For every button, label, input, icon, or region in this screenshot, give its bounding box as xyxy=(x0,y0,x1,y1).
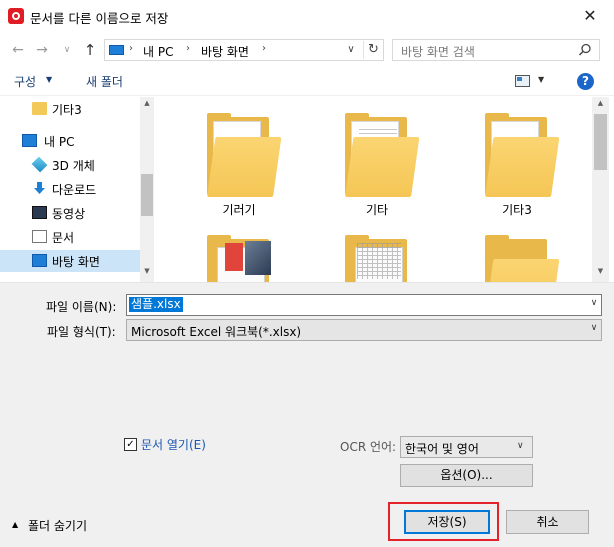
toolbar: 구성 ▼ 새 폴더 ▼ ? xyxy=(0,66,614,96)
file-item-girugi[interactable]: W 기러기 xyxy=(169,97,289,222)
nav-item-label: 3D 개체 xyxy=(52,159,95,173)
search-input[interactable]: 바탕 화면 검색 xyxy=(392,39,600,61)
close-button[interactable]: ✕ xyxy=(566,0,614,32)
cancel-button[interactable]: 취소 xyxy=(506,510,589,534)
file-item-partial[interactable] xyxy=(447,219,567,282)
chevron-down-icon[interactable]: ∨ xyxy=(517,441,524,451)
nav-item-label: 다운로드 xyxy=(52,183,97,197)
file-item-partial[interactable] xyxy=(169,219,289,282)
file-item-gita[interactable]: 기타 xyxy=(307,97,427,222)
nav-item-label: 내 PC xyxy=(44,135,75,149)
breadcrumb-separator[interactable]: › xyxy=(129,43,133,54)
breadcrumb-separator[interactable]: › xyxy=(262,43,266,54)
scroll-thumb[interactable] xyxy=(141,174,153,216)
desktop-icon xyxy=(32,254,47,267)
folder-icon xyxy=(32,102,47,115)
pane-splitter[interactable] xyxy=(0,282,614,290)
filetype-value: Microsoft Excel 워크북(*.xlsx) xyxy=(131,325,302,339)
pc-icon xyxy=(22,134,37,147)
chevron-down-icon[interactable]: ∨ xyxy=(587,323,601,333)
scroll-down-icon[interactable]: ▼ xyxy=(140,267,154,275)
caret-down-icon[interactable]: ▼ xyxy=(46,75,52,84)
ocr-language-value: 한국어 및 영어 xyxy=(405,442,479,456)
document-icon xyxy=(32,230,47,243)
nav-item-label: 바탕 화면 xyxy=(52,255,100,269)
forward-arrow-icon[interactable]: → xyxy=(32,40,52,60)
scroll-down-icon[interactable]: ▼ xyxy=(592,267,609,275)
nav-item-label: 기타3 xyxy=(52,103,82,117)
file-view-scrollbar[interactable]: ▲ ▼ xyxy=(592,97,609,282)
breadcrumb-this-pc[interactable]: 내 PC xyxy=(143,43,173,60)
ocr-language-select[interactable]: 한국어 및 영어 ∨ xyxy=(400,436,533,458)
search-placeholder: 바탕 화면 검색 xyxy=(401,45,475,59)
open-document-label[interactable]: 문서 열기(E) xyxy=(141,436,206,453)
nav-item-documents[interactable]: 문서 xyxy=(0,226,140,248)
filetype-select[interactable]: Microsoft Excel 워크북(*.xlsx) ∨ xyxy=(126,319,602,341)
cube-3d-icon xyxy=(31,156,48,173)
scroll-thumb[interactable] xyxy=(594,114,607,170)
title-bar: 문서를 다른 이름으로 저장 ✕ xyxy=(0,0,614,32)
window-title: 문서를 다른 이름으로 저장 xyxy=(30,11,169,26)
download-icon xyxy=(34,182,45,194)
app-logo-icon xyxy=(8,8,24,24)
breadcrumb-separator[interactable]: › xyxy=(186,43,190,54)
filename-value[interactable]: 샘플.xlsx xyxy=(129,297,183,312)
filename-input[interactable]: 샘플.xlsx ∨ xyxy=(126,294,602,316)
scroll-up-icon[interactable]: ▲ xyxy=(140,99,154,107)
address-bar[interactable]: › 내 PC › 바탕 화면 › ∨ ↻ xyxy=(104,39,384,61)
caret-down-icon[interactable]: ▼ xyxy=(538,75,544,84)
file-item-label: 기타3 xyxy=(502,203,532,217)
search-icon xyxy=(578,43,591,56)
open-document-checkbox[interactable]: ✓ xyxy=(124,438,137,451)
nav-item-downloads[interactable]: 다운로드 xyxy=(0,178,140,200)
recent-locations-chevron-icon[interactable]: ∨ xyxy=(57,40,77,60)
image-thumbnail-icon xyxy=(225,243,243,271)
table-document-icon xyxy=(357,243,401,279)
hide-folders-button[interactable]: 폴더 숨기기 xyxy=(28,517,87,534)
new-folder-button[interactable]: 새 폴더 xyxy=(86,73,123,90)
scroll-up-icon[interactable]: ▲ xyxy=(592,99,609,107)
chevron-up-icon[interactable]: ▲ xyxy=(12,520,24,529)
file-item-label: 기러기 xyxy=(222,203,256,217)
refresh-icon[interactable]: ↻ xyxy=(363,41,383,59)
ocr-language-label: OCR 언어: xyxy=(340,440,397,454)
file-item-partial[interactable] xyxy=(307,219,427,282)
file-item-label: 기타 xyxy=(365,203,389,217)
file-view: W 기러기 기타 W 기타3 xyxy=(155,97,592,282)
up-arrow-icon[interactable]: ↑ xyxy=(80,40,100,60)
chevron-down-icon[interactable]: ∨ xyxy=(587,298,601,308)
file-item-gita3[interactable]: W 기타3 xyxy=(447,97,567,222)
video-icon xyxy=(32,206,47,219)
nav-item-3d-objects[interactable]: 3D 개체 xyxy=(0,154,140,176)
nav-item-gita3[interactable]: 기타3 xyxy=(0,98,140,120)
navigation-pane: 기타3 내 PC 3D 개체 다운로드 동영상 문서 바탕 화면 xyxy=(0,97,154,282)
nav-item-desktop[interactable]: 바탕 화면 xyxy=(0,250,140,272)
options-button[interactable]: 옵션(O)... xyxy=(400,464,533,487)
chevron-down-icon[interactable]: ∨ xyxy=(343,42,359,58)
nav-item-label: 문서 xyxy=(52,231,75,245)
nav-pane-scrollbar[interactable]: ▲ ▼ xyxy=(140,97,154,282)
view-options-icon[interactable] xyxy=(515,75,530,87)
organize-button[interactable]: 구성 xyxy=(14,73,36,90)
nav-item-this-pc[interactable]: 내 PC xyxy=(0,130,140,152)
filename-label: 파일 이름(N): xyxy=(46,300,117,314)
filetype-label: 파일 형식(T): xyxy=(47,325,116,339)
nav-item-videos[interactable]: 동영상 xyxy=(0,202,140,224)
photo-thumbnail-icon xyxy=(245,241,271,275)
back-arrow-icon[interactable]: ← xyxy=(8,40,28,60)
nav-item-label: 동영상 xyxy=(52,207,86,221)
save-options-panel: 파일 이름(N): 샘플.xlsx ∨ 파일 형식(T): Microsoft … xyxy=(0,290,614,547)
save-button[interactable]: 저장(S) xyxy=(404,510,490,534)
pc-icon xyxy=(109,45,124,55)
breadcrumb-desktop[interactable]: 바탕 화면 xyxy=(201,43,249,60)
help-icon[interactable]: ? xyxy=(577,73,594,90)
